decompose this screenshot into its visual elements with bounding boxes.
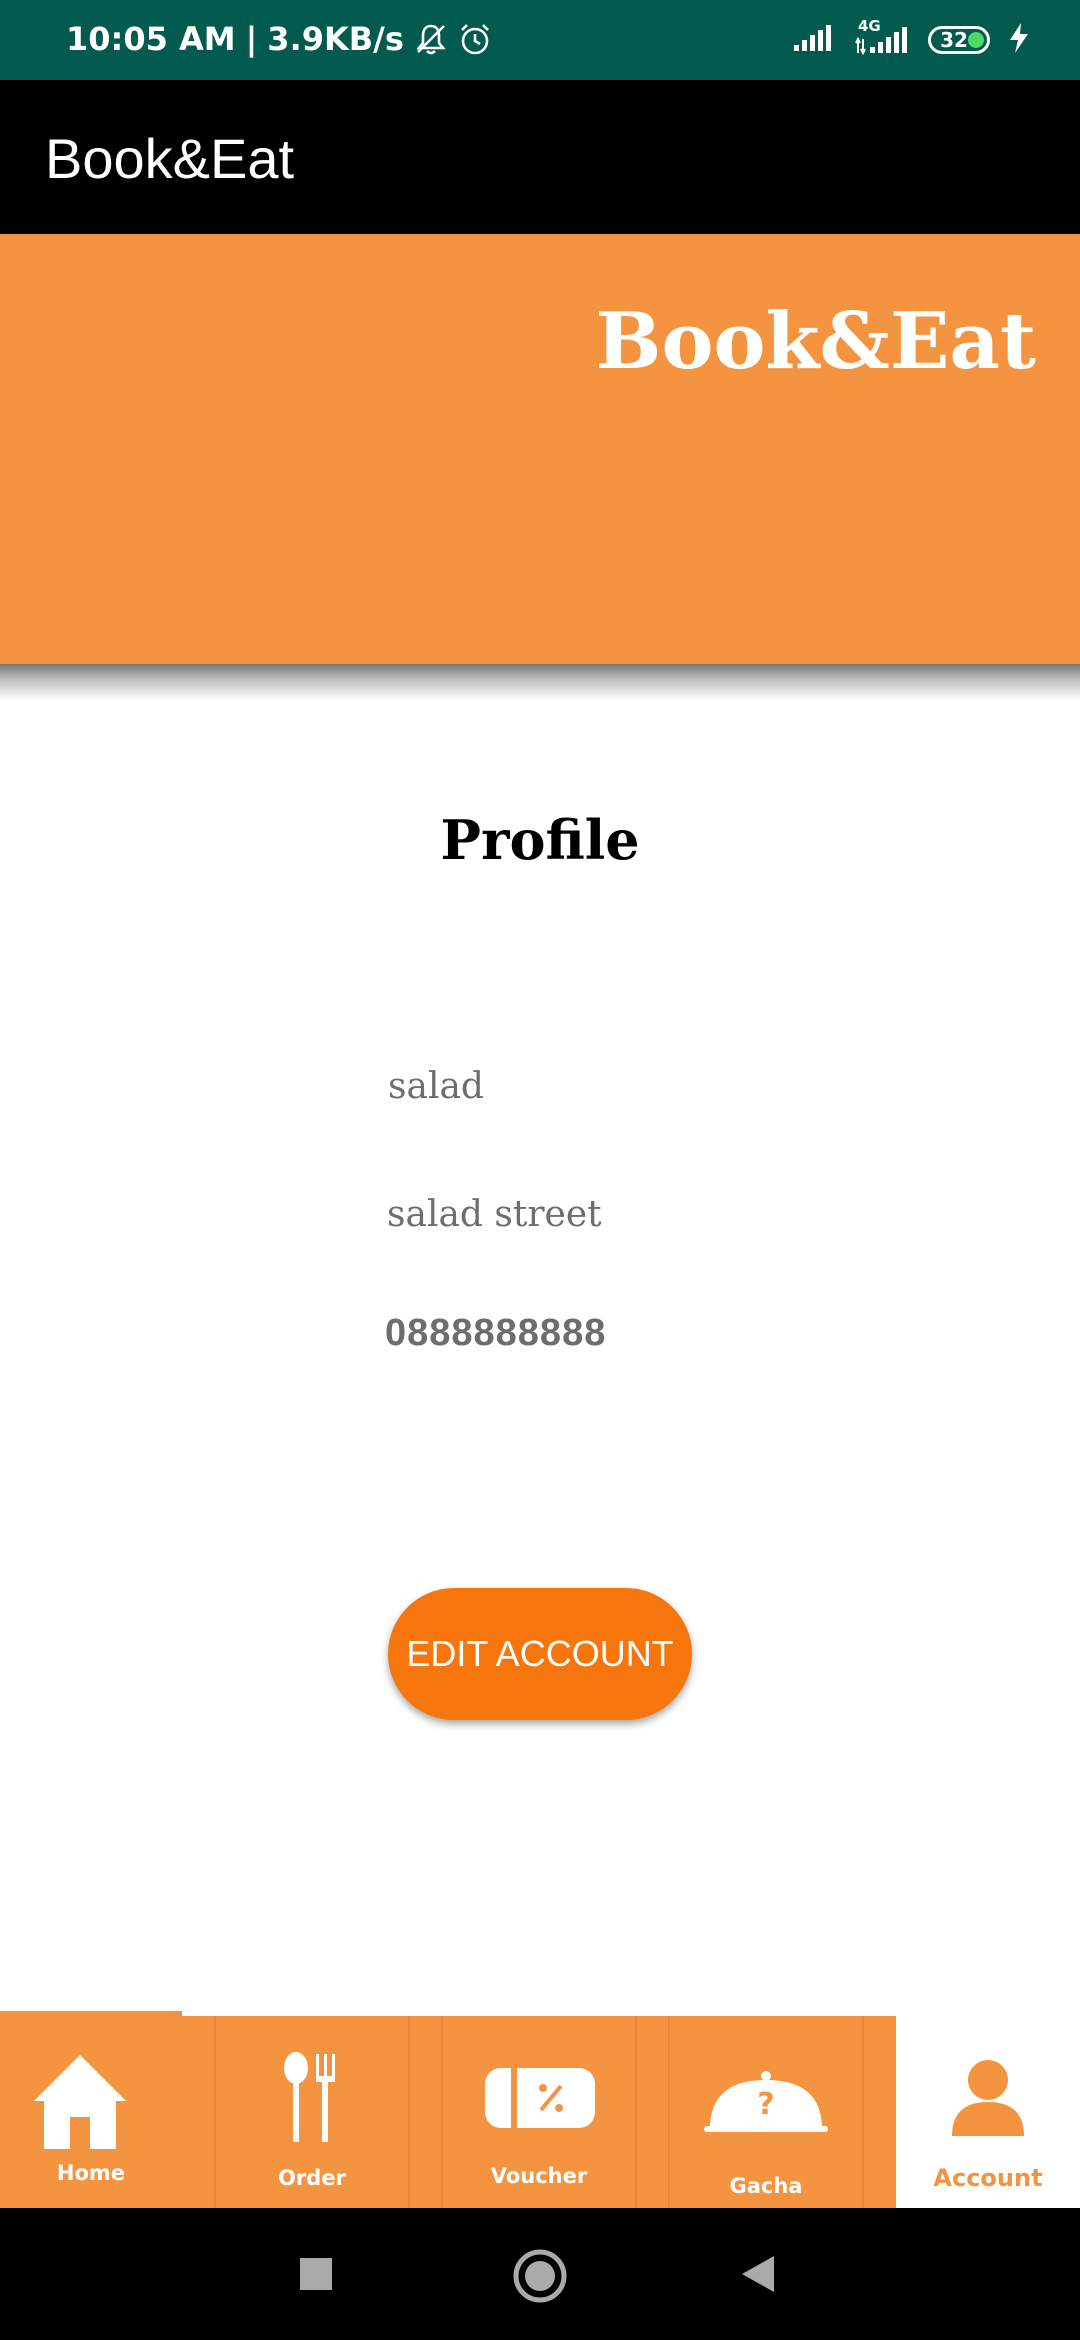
status-right: 4G 32: [792, 17, 1030, 58]
status-left: 10:05 AM | 3.9KB/s: [66, 20, 492, 58]
bottom-nav: Home Order Voucher ? Gacha Account: [0, 2010, 1080, 2212]
app-bar: Book&Eat: [0, 80, 1080, 234]
bell-muted-icon: [414, 22, 448, 56]
edit-account-button[interactable]: EDIT ACCOUNT: [388, 1588, 692, 1720]
nav-divider: [637, 2016, 668, 2212]
utensils-icon: [284, 2052, 335, 2142]
nav-label-order: Order: [278, 2166, 346, 2190]
home-circle-icon[interactable]: [512, 2248, 568, 2304]
charging-icon: [1008, 22, 1030, 58]
back-icon[interactable]: [742, 2256, 776, 2292]
header-banner: Book&Eat: [0, 234, 1080, 664]
nav-label-home: Home: [56, 2161, 126, 2185]
nav-item-account[interactable]: Account: [896, 2016, 1080, 2212]
status-separator: |: [245, 20, 258, 58]
status-time: 10:05 AM: [66, 20, 236, 58]
network-speed: 3.9KB/s: [267, 20, 404, 58]
nav-item-gacha[interactable]: ? Gacha: [668, 2016, 864, 2212]
nav-item-home[interactable]: Home: [0, 2011, 182, 2211]
profile-name: salad: [388, 1066, 484, 1107]
svg-text:?: ?: [757, 2087, 774, 2122]
signal-4g-icon: 4G: [854, 17, 910, 57]
voucher-icon: [485, 2068, 595, 2128]
profile-address: salad street: [387, 1194, 602, 1235]
banner-shadow: [0, 664, 1080, 700]
profile-phone: 0888888888: [385, 1312, 607, 1354]
battery-level: 32: [940, 28, 968, 52]
home-icon: [34, 2055, 126, 2149]
nav-label-gacha: Gacha: [729, 2174, 803, 2198]
banner-logo-text: Book&Eat: [595, 296, 1036, 387]
nav-label-voucher: Voucher: [490, 2164, 588, 2188]
battery-icon: 32: [928, 26, 990, 54]
signal-icon: [792, 23, 836, 57]
nav-divider: [182, 2016, 214, 2212]
system-nav-bar: [0, 2208, 1080, 2340]
app-title: Book&Eat: [45, 127, 295, 190]
nav-item-voucher[interactable]: Voucher: [441, 2016, 637, 2212]
nav-divider: [864, 2016, 896, 2212]
user-icon: [952, 2060, 1024, 2136]
nav-label-account: Account: [933, 2164, 1043, 2192]
profile-heading: Profile: [440, 808, 640, 872]
recents-icon[interactable]: [300, 2258, 332, 2290]
alarm-icon: [458, 22, 492, 56]
nav-divider: [410, 2016, 441, 2212]
status-bar: 10:05 AM | 3.9KB/s 4G 32: [0, 0, 1080, 80]
nav-item-order[interactable]: Order: [214, 2016, 410, 2212]
cloche-question-icon: ?: [704, 2071, 828, 2132]
